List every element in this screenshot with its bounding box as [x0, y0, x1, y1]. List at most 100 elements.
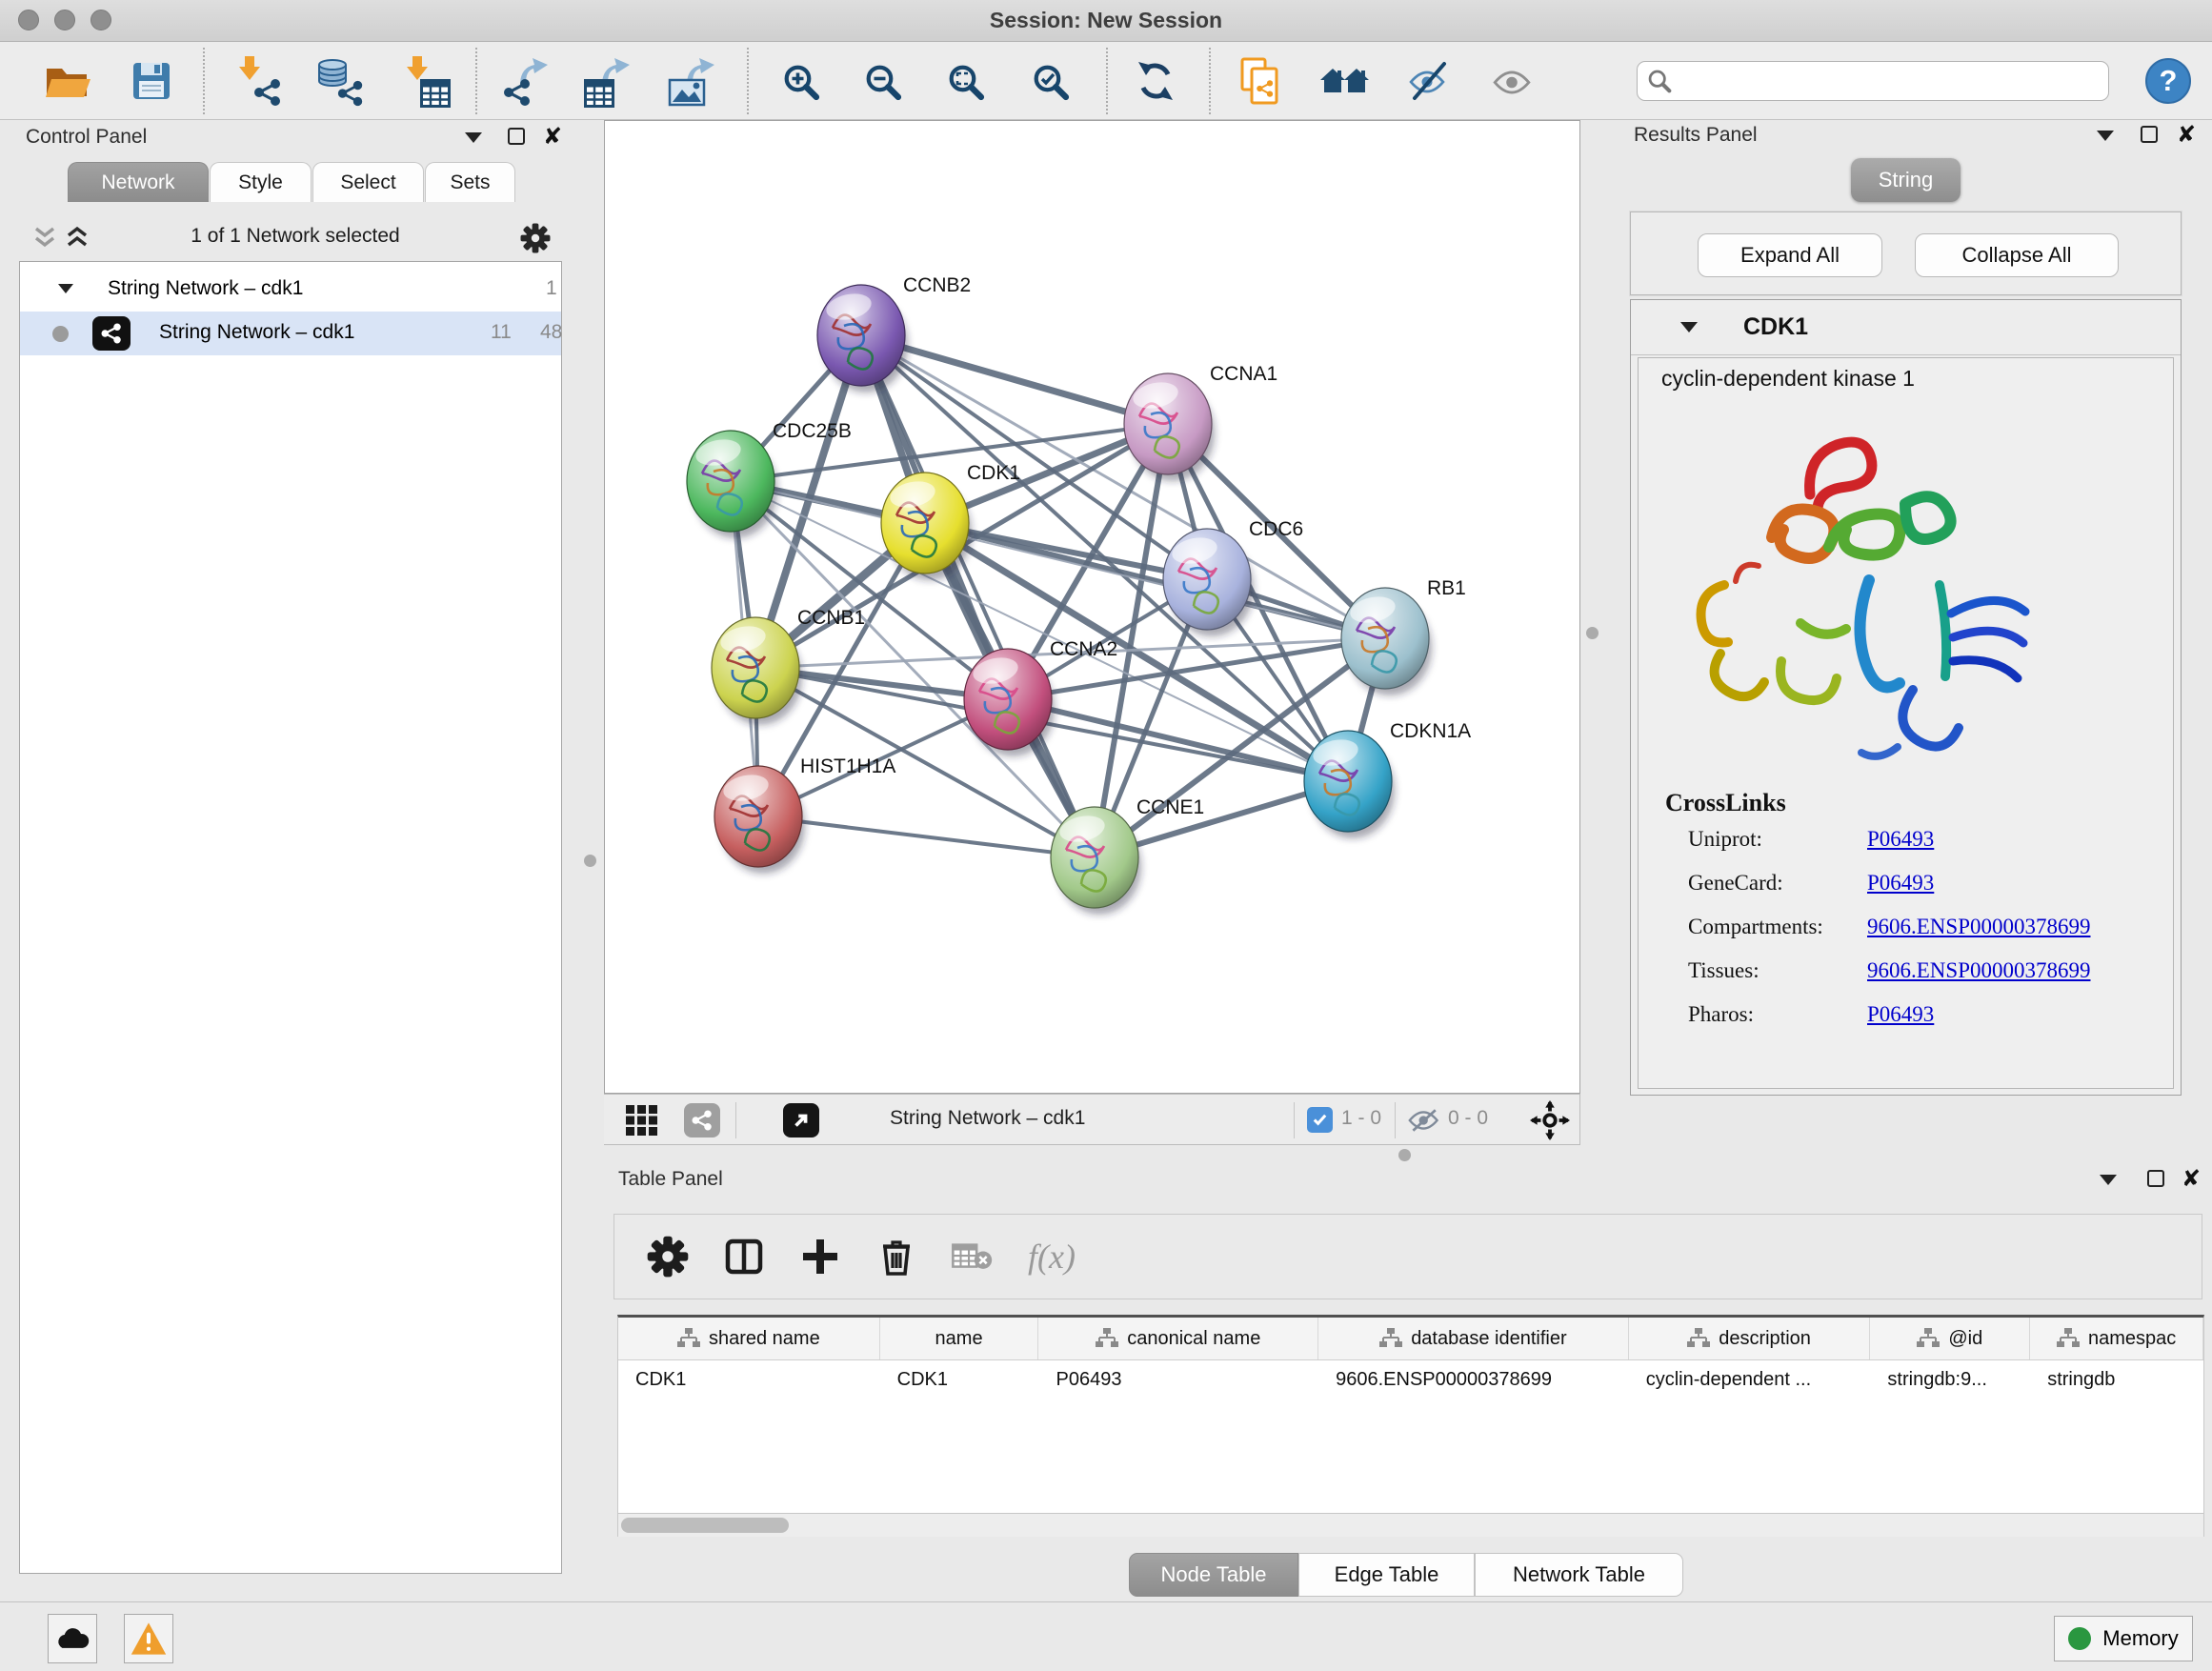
collapse-all-icon[interactable] — [30, 225, 59, 252]
tab-network-table[interactable]: Network Table — [1475, 1553, 1683, 1597]
control-panel-tabs: Network Style Select Sets — [68, 162, 516, 202]
table-cell[interactable]: CDK1 — [880, 1360, 1039, 1402]
left-splitter-handle[interactable] — [584, 855, 596, 867]
zoom-fit-content-icon[interactable] — [938, 54, 992, 108]
expand-all-icon[interactable] — [63, 225, 91, 252]
search-input[interactable] — [1679, 70, 2099, 93]
collapse-all-button[interactable]: Collapse All — [1915, 233, 2119, 277]
network-node-HIST1H1A[interactable]: HIST1H1A — [714, 755, 895, 874]
network-canvas[interactable]: CCNB2CCNA1CDC25BCDK1CDC6RB1CCNB1CCNA2CDK… — [604, 120, 1580, 1094]
tab-select[interactable]: Select — [312, 162, 424, 202]
column-label: database identifier — [1411, 1328, 1566, 1350]
column-header-description[interactable]: description — [1629, 1318, 1871, 1359]
close-panel-icon[interactable]: ✘ — [2177, 126, 2196, 143]
tab-string[interactable]: String — [1851, 158, 1961, 202]
main-toolbar: ? — [0, 42, 2212, 120]
network-options-gear-icon[interactable] — [520, 223, 551, 253]
network-edge[interactable] — [861, 335, 1095, 857]
show-home-icon[interactable] — [1318, 54, 1372, 108]
open-session-icon[interactable] — [40, 54, 93, 108]
delete-column-icon[interactable] — [875, 1236, 917, 1278]
help-button[interactable]: ? — [2145, 58, 2191, 104]
table-cell[interactable]: 9606.ENSP00000378699 — [1318, 1360, 1629, 1402]
table-row[interactable]: CDK1CDK1P064939606.ENSP00000378699cyclin… — [618, 1360, 2203, 1402]
panel-menu-icon[interactable] — [2097, 131, 2114, 141]
zoom-in-icon[interactable] — [774, 54, 827, 108]
column-header-namespac[interactable]: namespac — [2030, 1318, 2203, 1359]
show-columns-icon[interactable] — [723, 1236, 765, 1278]
toolbar-separator — [1106, 48, 1108, 114]
tab-sets[interactable]: Sets — [425, 162, 515, 202]
cloud-service-button[interactable] — [48, 1614, 97, 1663]
network-node-CDKN1A[interactable]: CDKN1A — [1304, 720, 1471, 838]
bottom-splitter-handle[interactable] — [1398, 1149, 1411, 1161]
shared-column-icon — [677, 1328, 700, 1349]
panel-menu-icon[interactable] — [2100, 1175, 2117, 1185]
crosslink-link[interactable]: P06493 — [1867, 871, 1934, 896]
export-network-icon[interactable] — [498, 54, 552, 108]
import-network-from-database-icon[interactable] — [312, 54, 365, 108]
crosslink-link[interactable]: 9606.ENSP00000378699 — [1867, 915, 2091, 939]
open-view-in-window-icon[interactable] — [783, 1103, 819, 1137]
float-panel-icon[interactable] — [2141, 126, 2158, 143]
tab-style[interactable]: Style — [210, 162, 312, 202]
network-view-toolbar: String Network – cdk1 1 - 0 0 - 0 — [604, 1094, 1580, 1145]
table-cell[interactable]: P06493 — [1038, 1360, 1318, 1402]
import-network-icon[interactable] — [231, 54, 285, 108]
fit-selected-crosshair-icon[interactable] — [1530, 1100, 1570, 1140]
expand-all-button[interactable]: Expand All — [1698, 233, 1882, 277]
table-cell[interactable]: cyclin-dependent ... — [1629, 1360, 1871, 1402]
save-session-icon[interactable] — [125, 54, 178, 108]
table-options-gear-icon[interactable] — [647, 1236, 689, 1278]
column-header-name[interactable]: name — [880, 1318, 1039, 1359]
selected-nodes-checkbox[interactable] — [1307, 1107, 1333, 1133]
string-style-icon[interactable] — [684, 1103, 720, 1137]
crosslink-link[interactable]: P06493 — [1867, 1002, 1934, 1027]
close-panel-icon[interactable]: ✘ — [2182, 1170, 2201, 1187]
add-column-icon[interactable] — [799, 1236, 841, 1278]
network-node-CCNE1[interactable]: CCNE1 — [1051, 796, 1204, 915]
network-collection-row[interactable]: String Network – cdk1 1 — [20, 268, 561, 312]
float-panel-icon[interactable] — [508, 128, 525, 145]
column-header-database-identifier[interactable]: database identifier — [1318, 1318, 1629, 1359]
protein-header-row[interactable]: CDK1 — [1631, 300, 2181, 355]
table-cell[interactable]: stringdb — [2030, 1360, 2203, 1402]
column-label: @id — [1948, 1328, 1982, 1350]
float-panel-icon[interactable] — [2147, 1170, 2164, 1187]
zoom-selected-icon[interactable] — [1023, 54, 1076, 108]
refresh-layout-icon[interactable] — [1129, 54, 1182, 108]
network-row[interactable]: String Network – cdk1 11 48 — [20, 312, 561, 355]
close-panel-icon[interactable]: ✘ — [543, 128, 562, 145]
network-edge[interactable] — [1008, 699, 1348, 781]
show-all-icon[interactable] — [1485, 54, 1538, 108]
protein-expander-icon[interactable] — [1680, 322, 1698, 332]
export-image-icon[interactable] — [665, 54, 718, 108]
crosslink-link[interactable]: P06493 — [1867, 827, 1934, 852]
network-node-CCNB2[interactable]: CCNB2 — [817, 274, 971, 393]
panel-menu-icon[interactable] — [465, 132, 482, 143]
tab-node-table[interactable]: Node Table — [1129, 1553, 1298, 1597]
crosslink-link[interactable]: 9606.ENSP00000378699 — [1867, 958, 2091, 983]
crosslink-row: GeneCard:P06493 — [1688, 871, 2164, 915]
hide-selected-icon[interactable] — [1401, 54, 1455, 108]
import-table-icon[interactable] — [399, 54, 452, 108]
network-node-CCNA2[interactable]: CCNA2 — [964, 638, 1117, 756]
column-header-canonical-name[interactable]: canonical name — [1038, 1318, 1318, 1359]
birds-eye-view-icon[interactable] — [625, 1104, 659, 1137]
network-node-CCNA1[interactable]: CCNA1 — [1124, 363, 1277, 481]
warnings-button[interactable] — [124, 1614, 173, 1663]
copy-current-style-icon[interactable] — [1233, 54, 1286, 108]
network-edge[interactable] — [758, 816, 1095, 857]
export-table-icon[interactable] — [580, 54, 633, 108]
tab-network[interactable]: Network — [68, 162, 209, 202]
column-header--id[interactable]: @id — [1870, 1318, 2030, 1359]
memory-button[interactable]: Memory — [2054, 1616, 2193, 1661]
collection-expander-icon[interactable] — [58, 284, 73, 293]
network-node-RB1[interactable]: RB1 — [1341, 577, 1466, 695]
scrollbar-thumb[interactable] — [621, 1518, 789, 1533]
tab-edge-table[interactable]: Edge Table — [1298, 1553, 1475, 1597]
zoom-out-icon[interactable] — [855, 54, 909, 108]
column-header-shared-name[interactable]: shared name — [618, 1318, 880, 1359]
table-cell[interactable]: CDK1 — [618, 1360, 880, 1402]
table-cell[interactable]: stringdb:9... — [1870, 1360, 2030, 1402]
